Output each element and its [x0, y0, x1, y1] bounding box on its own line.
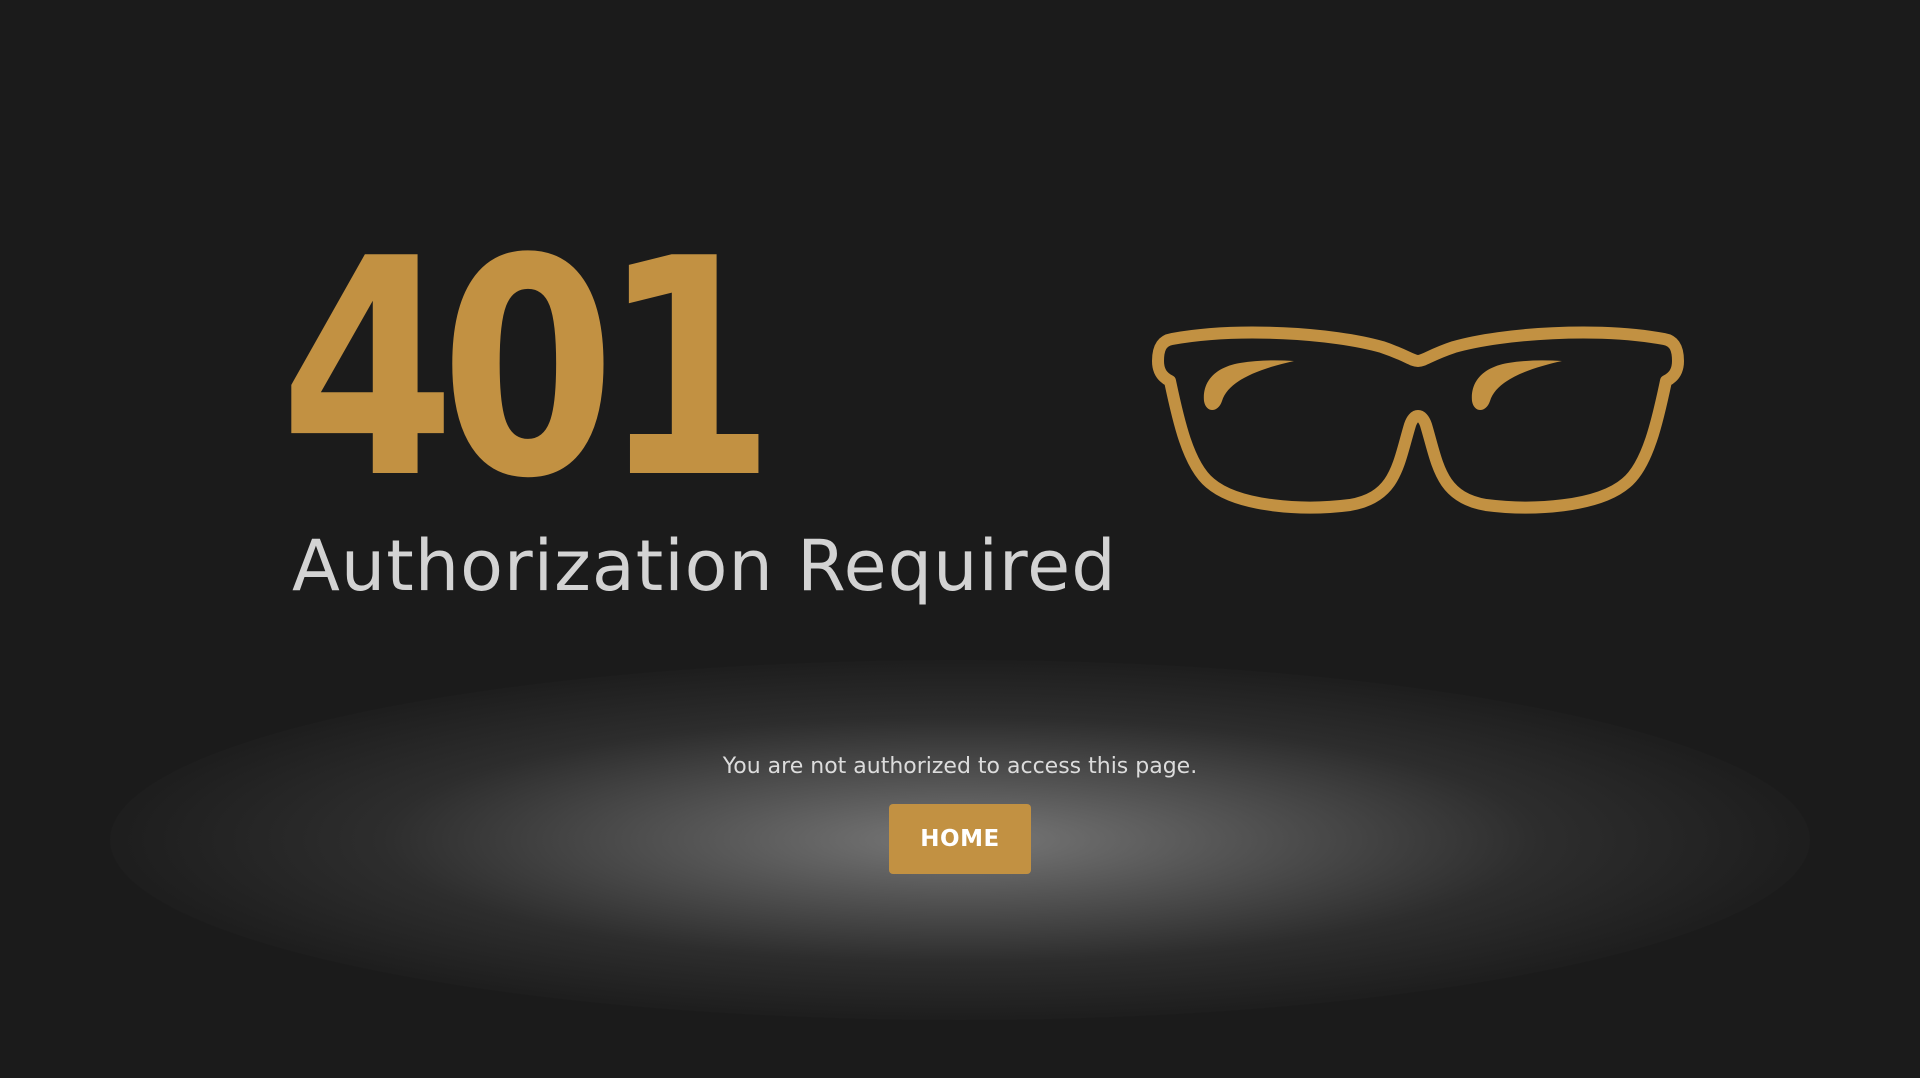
error-page: 401 Authorization Required You are not a…	[0, 0, 1920, 1078]
eyeglasses-frame	[1152, 326, 1684, 514]
error-message: You are not authorized to access this pa…	[722, 754, 1198, 779]
left-lens-highlight	[1203, 360, 1294, 410]
error-code: 401	[280, 195, 776, 544]
eyeglasses-frame-outline	[1152, 326, 1684, 514]
home-button[interactable]: HOME	[889, 804, 1031, 874]
eyeglasses-icon	[1152, 326, 1684, 514]
right-lens-highlight	[1471, 360, 1562, 410]
error-title: Authorization Required	[292, 525, 1117, 607]
